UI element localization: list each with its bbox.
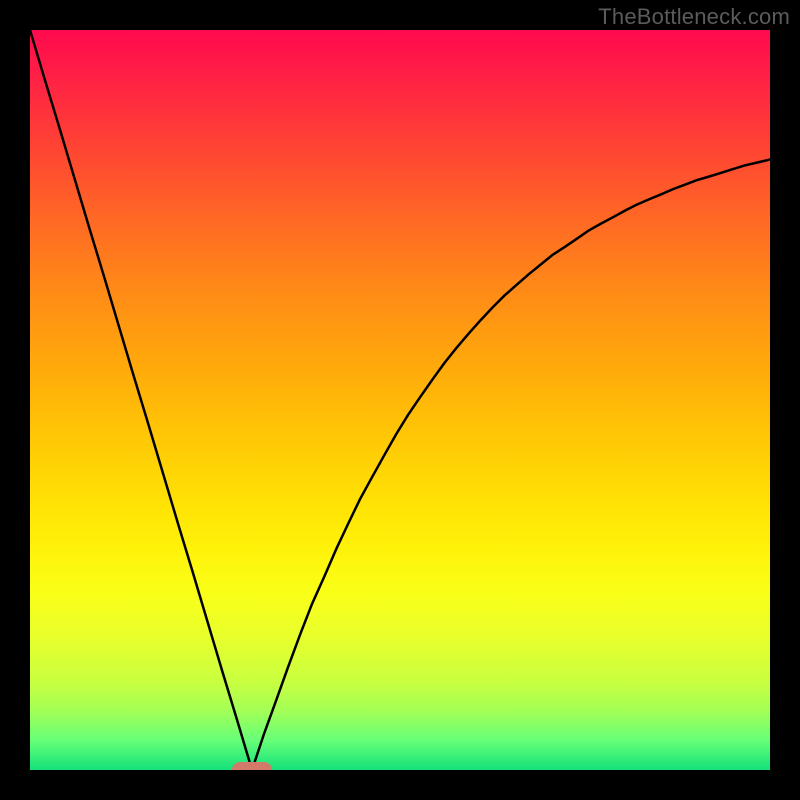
plot-area bbox=[30, 30, 770, 770]
minimum-marker bbox=[232, 762, 272, 770]
chart-canvas: TheBottleneck.com bbox=[0, 0, 800, 800]
bottleneck-curve bbox=[30, 30, 770, 770]
watermark-text: TheBottleneck.com bbox=[598, 4, 790, 30]
